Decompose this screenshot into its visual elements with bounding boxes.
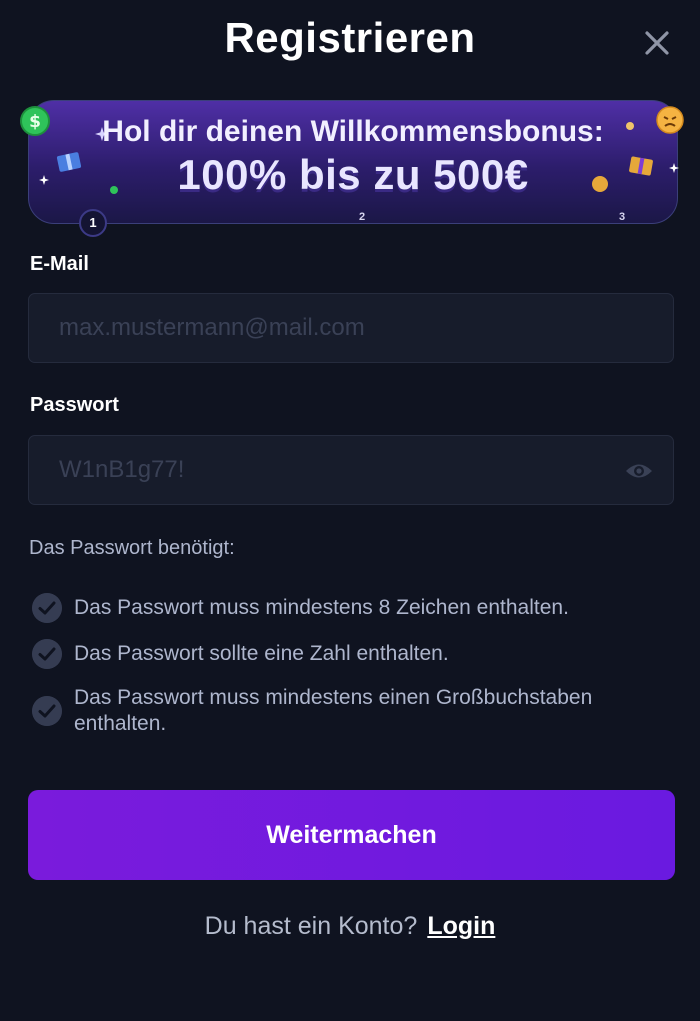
check-circle-icon: [32, 593, 62, 623]
slide-indicator-1[interactable]: 1: [79, 209, 107, 237]
requirement-text: Das Passwort muss mindestens 8 Zeichen e…: [74, 596, 569, 619]
bonus-banner[interactable]: $ Hol dir deinen Willkommensbonus: 100% …: [20, 100, 684, 237]
email-label: E-Mail: [30, 253, 89, 275]
requirements-title: Das Passwort benötigt:: [29, 537, 235, 559]
check-circle-icon: [32, 696, 62, 726]
password-label: Passwort: [30, 394, 119, 416]
close-icon: [645, 31, 669, 55]
page-title: Registrieren: [224, 14, 476, 61]
continue-button[interactable]: Weitermachen: [28, 790, 675, 880]
requirement-text: Das Passwort sollte eine Zahl enthalten.: [74, 642, 449, 665]
close-button[interactable]: [642, 28, 672, 58]
email-field[interactable]: [28, 293, 674, 363]
slide-indicator-3[interactable]: 3: [619, 211, 625, 223]
check-circle-icon: [32, 639, 62, 669]
login-prompt-text: Du hast ein Konto?: [204, 912, 418, 940]
login-link[interactable]: Login: [427, 912, 495, 940]
email-input[interactable]: [29, 294, 673, 362]
password-field[interactable]: [28, 435, 674, 505]
login-prompt: Du hast ein Konto? Login: [0, 912, 700, 941]
requirement-text: Das Passwort muss mindestens einen Großb…: [74, 686, 593, 735]
banner-headline: Hol dir deinen Willkommensbonus:: [102, 115, 604, 148]
password-input[interactable]: [29, 436, 673, 504]
eye-icon[interactable]: [625, 458, 653, 484]
slide-indicator-2[interactable]: 2: [359, 211, 365, 223]
banner-bonus-amount: 100% bis zu 500€: [177, 151, 529, 198]
